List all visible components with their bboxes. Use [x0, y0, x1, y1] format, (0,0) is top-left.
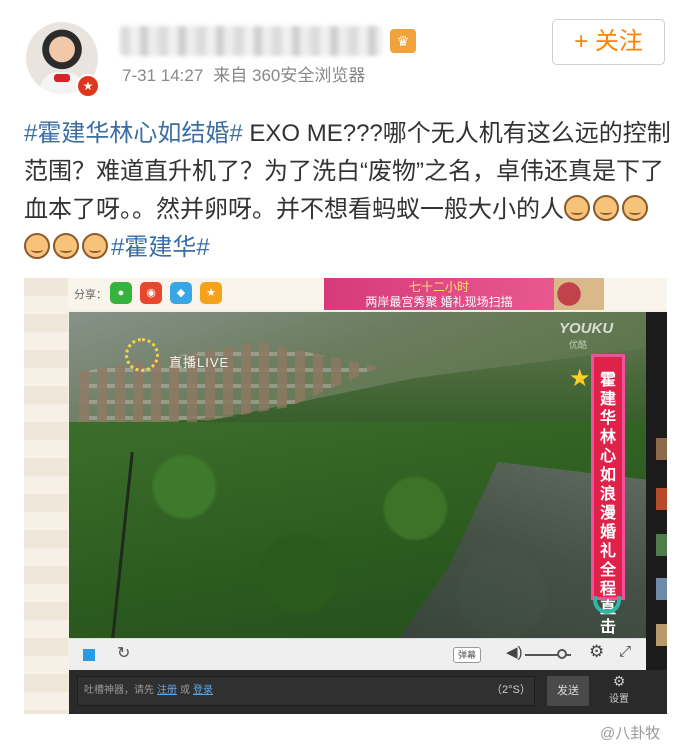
or-text: 或 — [180, 685, 190, 696]
fullscreen-icon[interactable]: ⤢ — [619, 643, 631, 660]
page-background-strip — [24, 278, 68, 714]
cat-emoji-icon — [82, 233, 108, 259]
danmaku-bar: 吐槽神器，请先 注册或登录 （2°S） 发送 ⚙ 设置 — [69, 670, 667, 714]
settings-gear-icon: ⚙ — [612, 673, 626, 689]
stop-icon[interactable] — [83, 649, 95, 661]
volume-knob[interactable] — [557, 649, 567, 659]
player-controls: ↻ 弹幕 ◀) ⚙ ⤢ — [69, 638, 646, 670]
settings-label: 设置 — [609, 694, 629, 705]
hashtag-link-2[interactable]: #霍建华# — [111, 234, 210, 261]
post-source: 来自 360安全浏览器 — [213, 66, 366, 85]
cat-emoji-icon — [593, 195, 619, 221]
youku-logo: YOUKU — [559, 320, 614, 337]
member-crown-icon[interactable]: ♛ — [390, 29, 416, 53]
side-thumbnail[interactable] — [656, 488, 667, 510]
live-label: 直播LIVE — [169, 355, 230, 370]
char-counter: （2°S） — [491, 684, 531, 696]
gear-icon[interactable]: ⚙ — [589, 642, 604, 662]
banner-line-1: 七十二小时 — [408, 280, 469, 294]
verified-badge-icon: ★ — [76, 74, 100, 98]
live-logo-icon — [125, 338, 159, 372]
author-name-blurred[interactable] — [120, 26, 382, 56]
side-thumbnail[interactable] — [656, 578, 667, 600]
send-button[interactable]: 发送 — [547, 676, 589, 706]
wechat-share-icon[interactable]: ● — [110, 282, 132, 304]
avatar-bow — [54, 74, 70, 82]
cat-emoji-icon — [564, 195, 590, 221]
post-time[interactable]: 7-31 14:27 — [122, 66, 203, 85]
post-text: #霍建华林心如结婚# EXO ME???哪个无人机有这么远的控制范围？难道直升机… — [24, 115, 672, 267]
banner-line-2: 两岸最宫秀聚 婚礼现场扫描 — [365, 295, 513, 309]
qq-share-icon[interactable]: ◆ — [170, 282, 192, 304]
cat-emoji-icon — [622, 195, 648, 221]
qzone-share-icon[interactable]: ★ — [200, 282, 222, 304]
weibo-share-icon[interactable]: ◉ — [140, 282, 162, 304]
volume-icon[interactable]: ◀) — [506, 643, 523, 661]
side-thumbnail-panel — [646, 312, 667, 714]
register-link[interactable]: 注册 — [157, 685, 177, 696]
side-thumbnail[interactable] — [656, 438, 667, 460]
post-meta: 7-31 14:27 来自 360安全浏览器 — [122, 61, 365, 86]
post-image[interactable]: 分享： ● ◉ ◆ ★ 七十二小时 两岸最宫秀聚 婚礼现场扫描 直播LIVE Y… — [24, 278, 667, 714]
settings-button[interactable]: ⚙ 设置 — [599, 672, 639, 712]
cat-emoji-icon — [24, 233, 50, 259]
side-thumbnail[interactable] — [656, 624, 667, 646]
youku-sub-logo: 优酷 — [569, 340, 588, 350]
event-banner[interactable]: 七十二小时 两岸最宫秀聚 婚礼现场扫描 — [324, 278, 554, 310]
banner-decoration — [554, 278, 604, 310]
danmaku-input[interactable]: 吐槽神器，请先 注册或登录 — [77, 676, 535, 706]
follow-button[interactable]: + 关注 — [552, 19, 665, 65]
video-frame[interactable]: 直播LIVE YOUKU 优酷 ★ 霍建华林心如浪漫婚礼全程直击 — [69, 312, 646, 638]
share-label: 分享： — [74, 289, 107, 301]
vertical-ribbon: 霍建华林心如浪漫婚礼全程直击 — [591, 354, 625, 636]
star-icon: ★ — [569, 365, 591, 392]
refresh-icon[interactable]: ↻ — [117, 643, 130, 663]
login-link[interactable]: 登录 — [193, 685, 213, 696]
watermark: @八卦牧 — [600, 725, 661, 742]
danmaku-placeholder: 吐槽神器，请先 — [84, 685, 154, 696]
cat-emoji-icon — [53, 233, 79, 259]
side-thumbnail[interactable] — [656, 534, 667, 556]
danmaku-toggle[interactable]: 弹幕 — [453, 647, 481, 663]
hashtag-link[interactable]: #霍建华林心如结婚# — [24, 120, 243, 147]
